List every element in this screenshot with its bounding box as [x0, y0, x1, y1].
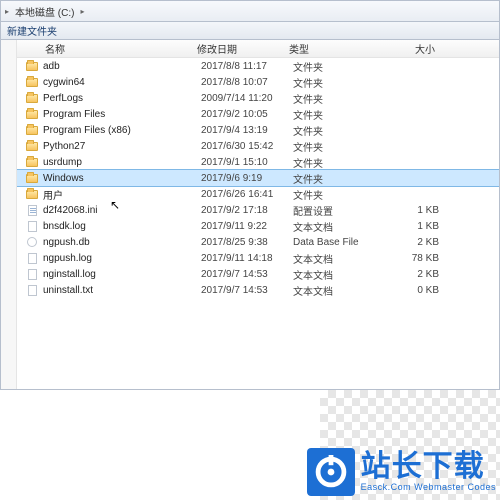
- col-date[interactable]: 修改日期: [197, 41, 289, 56]
- file-size: 2 KB: [377, 269, 447, 280]
- file-date: 2017/9/4 13:19: [201, 125, 293, 136]
- file-row[interactable]: adb2017/8/8 11:17文件夹: [17, 58, 499, 74]
- file-row[interactable]: nginstall.log2017/9/7 14:53文本文档2 KB: [17, 266, 499, 282]
- file-name: bnsdk.log: [43, 221, 201, 232]
- file-type: 文件夹: [293, 171, 377, 186]
- file-type: 文件夹: [293, 107, 377, 122]
- file-name: adb: [43, 61, 201, 72]
- file-row[interactable]: ngpush.log2017/9/11 14:18文本文档78 KB: [17, 250, 499, 266]
- folder-icon: [25, 76, 39, 88]
- file-name: Program Files: [43, 109, 201, 120]
- file-date: 2017/9/2 10:05: [201, 109, 293, 120]
- toolbar: 新建文件夹: [0, 22, 500, 40]
- folder-icon: [25, 108, 39, 120]
- file-row[interactable]: Program Files2017/9/2 10:05文件夹: [17, 106, 499, 122]
- file-name: 用户: [43, 187, 201, 202]
- file-date: 2017/9/7 14:53: [201, 269, 293, 280]
- file-name: d2f42068.ini: [43, 205, 201, 216]
- file-icon: [25, 268, 39, 280]
- file-type: 文件夹: [293, 155, 377, 170]
- file-row[interactable]: 用户2017/6/26 16:41文件夹: [17, 186, 499, 202]
- file-type: 文本文档: [293, 267, 377, 282]
- file-name: Program Files (x86): [43, 125, 201, 136]
- col-size[interactable]: 大小: [373, 41, 443, 56]
- file-name: ngpush.log: [43, 253, 201, 264]
- file-type: 文件夹: [293, 123, 377, 138]
- file-type: 文件夹: [293, 139, 377, 154]
- new-folder-button[interactable]: 新建文件夹: [7, 23, 57, 38]
- file-date: 2017/9/6 9:19: [201, 173, 293, 184]
- file-date: 2017/9/1 15:10: [201, 157, 293, 168]
- file-date: 2017/6/30 15:42: [201, 141, 293, 152]
- file-name: Python27: [43, 141, 201, 152]
- file-row[interactable]: ngpush.db2017/8/25 9:38Data Base File2 K…: [17, 234, 499, 250]
- file-size: 2 KB: [377, 237, 447, 248]
- ini-icon: [25, 204, 39, 216]
- column-headers[interactable]: 名称 修改日期 类型 大小: [17, 40, 499, 58]
- file-date: 2017/8/8 10:07: [201, 77, 293, 88]
- explorer-pane: 名称 修改日期 类型 大小 adb2017/8/8 11:17文件夹cygwin…: [0, 40, 500, 390]
- file-type: 文本文档: [293, 251, 377, 266]
- file-type: 文件夹: [293, 91, 377, 106]
- file-date: 2017/6/26 16:41: [201, 189, 293, 200]
- col-name[interactable]: 名称: [17, 41, 197, 56]
- folder-icon: [25, 92, 39, 104]
- file-icon: [25, 220, 39, 232]
- file-size: 0 KB: [377, 285, 447, 296]
- file-type: 文本文档: [293, 283, 377, 298]
- folder-icon: [25, 172, 39, 184]
- file-type: 文件夹: [293, 187, 377, 202]
- path-root-arrow: ▸: [5, 7, 9, 16]
- address-bar[interactable]: ▸ 本地磁盘 (C:) ▸: [0, 0, 500, 22]
- folder-icon: [25, 124, 39, 136]
- file-date: 2017/9/7 14:53: [201, 285, 293, 296]
- folder-icon: [25, 60, 39, 72]
- file-name: usrdump: [43, 157, 201, 168]
- file-type: 文本文档: [293, 219, 377, 234]
- file-date: 2017/9/11 9:22: [201, 221, 293, 232]
- easck-logo-icon: [307, 448, 355, 496]
- file-date: 2017/8/8 11:17: [201, 61, 293, 72]
- file-name: PerfLogs: [43, 93, 201, 104]
- watermark-subtitle: Easck.Com Webmaster Codes: [361, 482, 496, 492]
- file-date: 2009/7/14 11:20: [201, 93, 293, 104]
- file-name: nginstall.log: [43, 269, 201, 280]
- file-name: cygwin64: [43, 77, 201, 88]
- file-row[interactable]: Program Files (x86)2017/9/4 13:19文件夹: [17, 122, 499, 138]
- file-name: Windows: [43, 173, 201, 184]
- file-row[interactable]: PerfLogs2009/7/14 11:20文件夹: [17, 90, 499, 106]
- file-type: 文件夹: [293, 75, 377, 90]
- file-row[interactable]: Python272017/6/30 15:42文件夹: [17, 138, 499, 154]
- file-row[interactable]: Windows2017/9/6 9:19文件夹: [17, 170, 499, 186]
- folder-icon: [25, 188, 39, 200]
- col-type[interactable]: 类型: [289, 41, 373, 56]
- file-type: 配置设置: [293, 203, 377, 218]
- file-size: 1 KB: [377, 221, 447, 232]
- file-type: Data Base File: [293, 237, 377, 248]
- file-row[interactable]: d2f42068.ini2017/9/2 17:18配置设置1 KB: [17, 202, 499, 218]
- file-row[interactable]: usrdump2017/9/1 15:10文件夹: [17, 154, 499, 170]
- folder-icon: [25, 140, 39, 152]
- nav-sidebar[interactable]: [1, 40, 17, 389]
- file-type: 文件夹: [293, 59, 377, 74]
- path-sep: ▸: [80, 7, 84, 16]
- file-row[interactable]: bnsdk.log2017/9/11 9:22文本文档1 KB: [17, 218, 499, 234]
- file-icon: [25, 252, 39, 264]
- db-icon: [25, 236, 39, 248]
- file-size: 1 KB: [377, 205, 447, 216]
- file-name: ngpush.db: [43, 237, 201, 248]
- file-row[interactable]: uninstall.txt2017/9/7 14:53文本文档0 KB: [17, 282, 499, 298]
- file-name: uninstall.txt: [43, 285, 201, 296]
- file-list[interactable]: 名称 修改日期 类型 大小 adb2017/8/8 11:17文件夹cygwin…: [17, 40, 499, 389]
- file-size: 78 KB: [377, 253, 447, 264]
- path-drive[interactable]: 本地磁盘 (C:): [13, 4, 76, 19]
- file-date: 2017/9/11 14:18: [201, 253, 293, 264]
- file-date: 2017/9/2 17:18: [201, 205, 293, 216]
- file-row[interactable]: cygwin642017/8/8 10:07文件夹: [17, 74, 499, 90]
- file-date: 2017/8/25 9:38: [201, 237, 293, 248]
- file-icon: [25, 284, 39, 296]
- watermark-title: 站长下载: [361, 452, 496, 482]
- folder-icon: [25, 156, 39, 168]
- watermark: 站长下载 Easck.Com Webmaster Codes: [307, 448, 496, 496]
